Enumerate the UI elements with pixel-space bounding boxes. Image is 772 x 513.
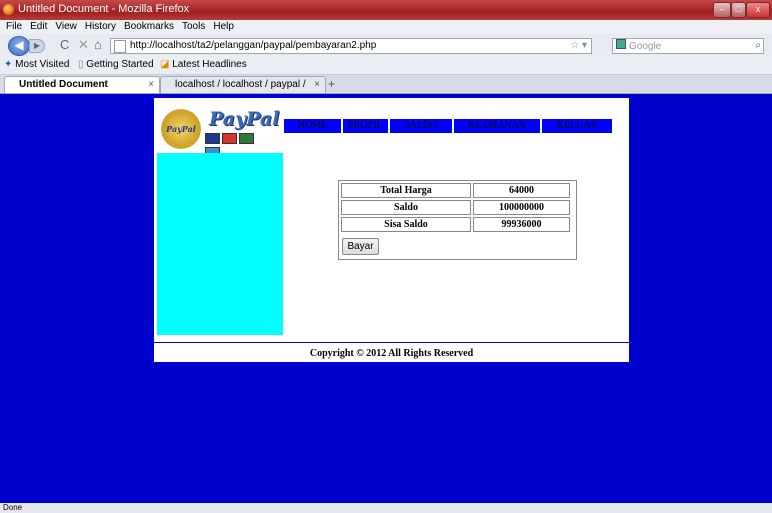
footer-divider [154,342,629,343]
site-nav: HOME PROFIL SALDO KEAMANAN KELUAR [284,119,612,133]
bookmark-label: Getting Started [86,59,154,70]
close-tab-icon[interactable]: × [314,77,320,93]
bookmarks-toolbar: ✦ Most Visited ▯ Getting Started ◪ Lates… [0,56,772,75]
home-icon[interactable]: ⌂ [94,37,102,52]
close-icon[interactable]: x [746,2,770,18]
menu-file[interactable]: File [6,21,22,32]
nav-keluar[interactable]: KELUAR [542,119,612,133]
sidebar [157,153,283,335]
firefox-icon [3,4,14,15]
minimize-icon[interactable]: ‒ [713,2,731,18]
forward-icon[interactable]: ▶ [29,39,45,53]
maximize-icon[interactable]: □ [731,2,746,18]
menu-bar: File Edit View History Bookmarks Tools Help [0,20,772,34]
status-text: Done [3,503,23,512]
page-container: PayPal PayPal HOME PROFIL SALDO KEAMANAN… [154,98,629,362]
menu-bookmarks[interactable]: Bookmarks [124,21,174,32]
page-viewport: PayPal PayPal HOME PROFIL SALDO KEAMANAN… [0,94,772,503]
tab-untitled-document[interactable]: Untitled Document × [4,76,160,93]
search-input[interactable]: Google ⌕ [612,38,764,54]
navigation-toolbar: ◀ ▶ C ✕ ⌂ http://localhost/ta2/pelanggan… [0,34,772,56]
google-icon [616,39,626,49]
back-icon[interactable]: ◀ [8,36,30,56]
footer-copyright: Copyright © 2012 All Rights Reserved [309,348,474,359]
star-icon: ✦ [4,59,13,70]
window-title: Untitled Document - Mozilla Firefox [18,3,190,15]
menu-tools[interactable]: Tools [182,21,205,32]
row-value: 100000000 [473,200,570,215]
seal-text: PayPal [166,124,196,134]
discover-card-icon [239,133,254,144]
tab-localhost-paypal[interactable]: localhost / localhost / paypal / pen... … [160,76,326,106]
page-icon [114,40,126,53]
bookmark-getting-started[interactable]: ▯ Getting Started [78,56,154,74]
search-placeholder: Google [629,41,662,52]
star-icon[interactable]: ☆ ▾ [570,39,587,53]
menu-help[interactable]: Help [213,21,234,32]
bookmark-latest-headlines[interactable]: ◪ Latest Headlines [160,56,247,74]
stop-icon[interactable]: ✕ [78,37,89,53]
nav-profil[interactable]: PROFIL [343,119,390,133]
bookmark-label: Most Visited [15,59,70,70]
nav-saldo[interactable]: SALDO [390,119,454,133]
nav-keamanan[interactable]: KEAMANAN [454,119,542,133]
menu-view[interactable]: View [55,21,77,32]
close-tab-icon[interactable]: × [148,77,154,93]
row-label: Sisa Saldo [341,217,471,232]
row-label: Saldo [341,200,471,215]
mastercard-icon [222,133,237,144]
row-value: 99936000 [473,217,570,232]
reload-icon[interactable]: C [60,37,69,52]
row-label: Total Harga [341,183,471,198]
status-bar: Done [0,503,772,513]
table-row: Sisa Saldo 99936000 [341,217,570,232]
search-icon[interactable]: ⌕ [755,39,761,53]
logo-text: PayPal [209,108,280,130]
menu-edit[interactable]: Edit [30,21,47,32]
bayar-button[interactable]: Bayar [342,238,379,255]
table-row: Saldo 100000000 [341,200,570,215]
page-icon: ▯ [78,59,84,70]
tab-label: Untitled Document [19,79,108,90]
row-value: 64000 [473,183,570,198]
menu-history[interactable]: History [85,21,116,32]
new-tab-icon[interactable]: + [328,77,335,91]
bookmark-label: Latest Headlines [172,59,247,70]
paypal-logo: PayPal [209,108,279,130]
tab-strip: Untitled Document × localhost / localhos… [0,75,772,106]
bookmark-most-visited[interactable]: ✦ Most Visited [4,56,69,74]
url-text: http://localhost/ta2/pelanggan/paypal/pe… [130,40,377,51]
payment-summary-table: Total Harga 64000 Saldo 100000000 Sisa S… [338,180,577,260]
visa-card-icon [205,133,220,144]
payment-cards-logo [205,133,267,158]
rss-icon: ◪ [160,59,170,70]
table-row: Total Harga 64000 [341,183,570,198]
window-title-bar: Untitled Document - Mozilla Firefox ‒ □ … [0,0,772,20]
url-bar[interactable]: http://localhost/ta2/pelanggan/paypal/pe… [110,38,592,54]
nav-home[interactable]: HOME [284,119,343,133]
paypal-verified-seal: PayPal [161,109,201,149]
